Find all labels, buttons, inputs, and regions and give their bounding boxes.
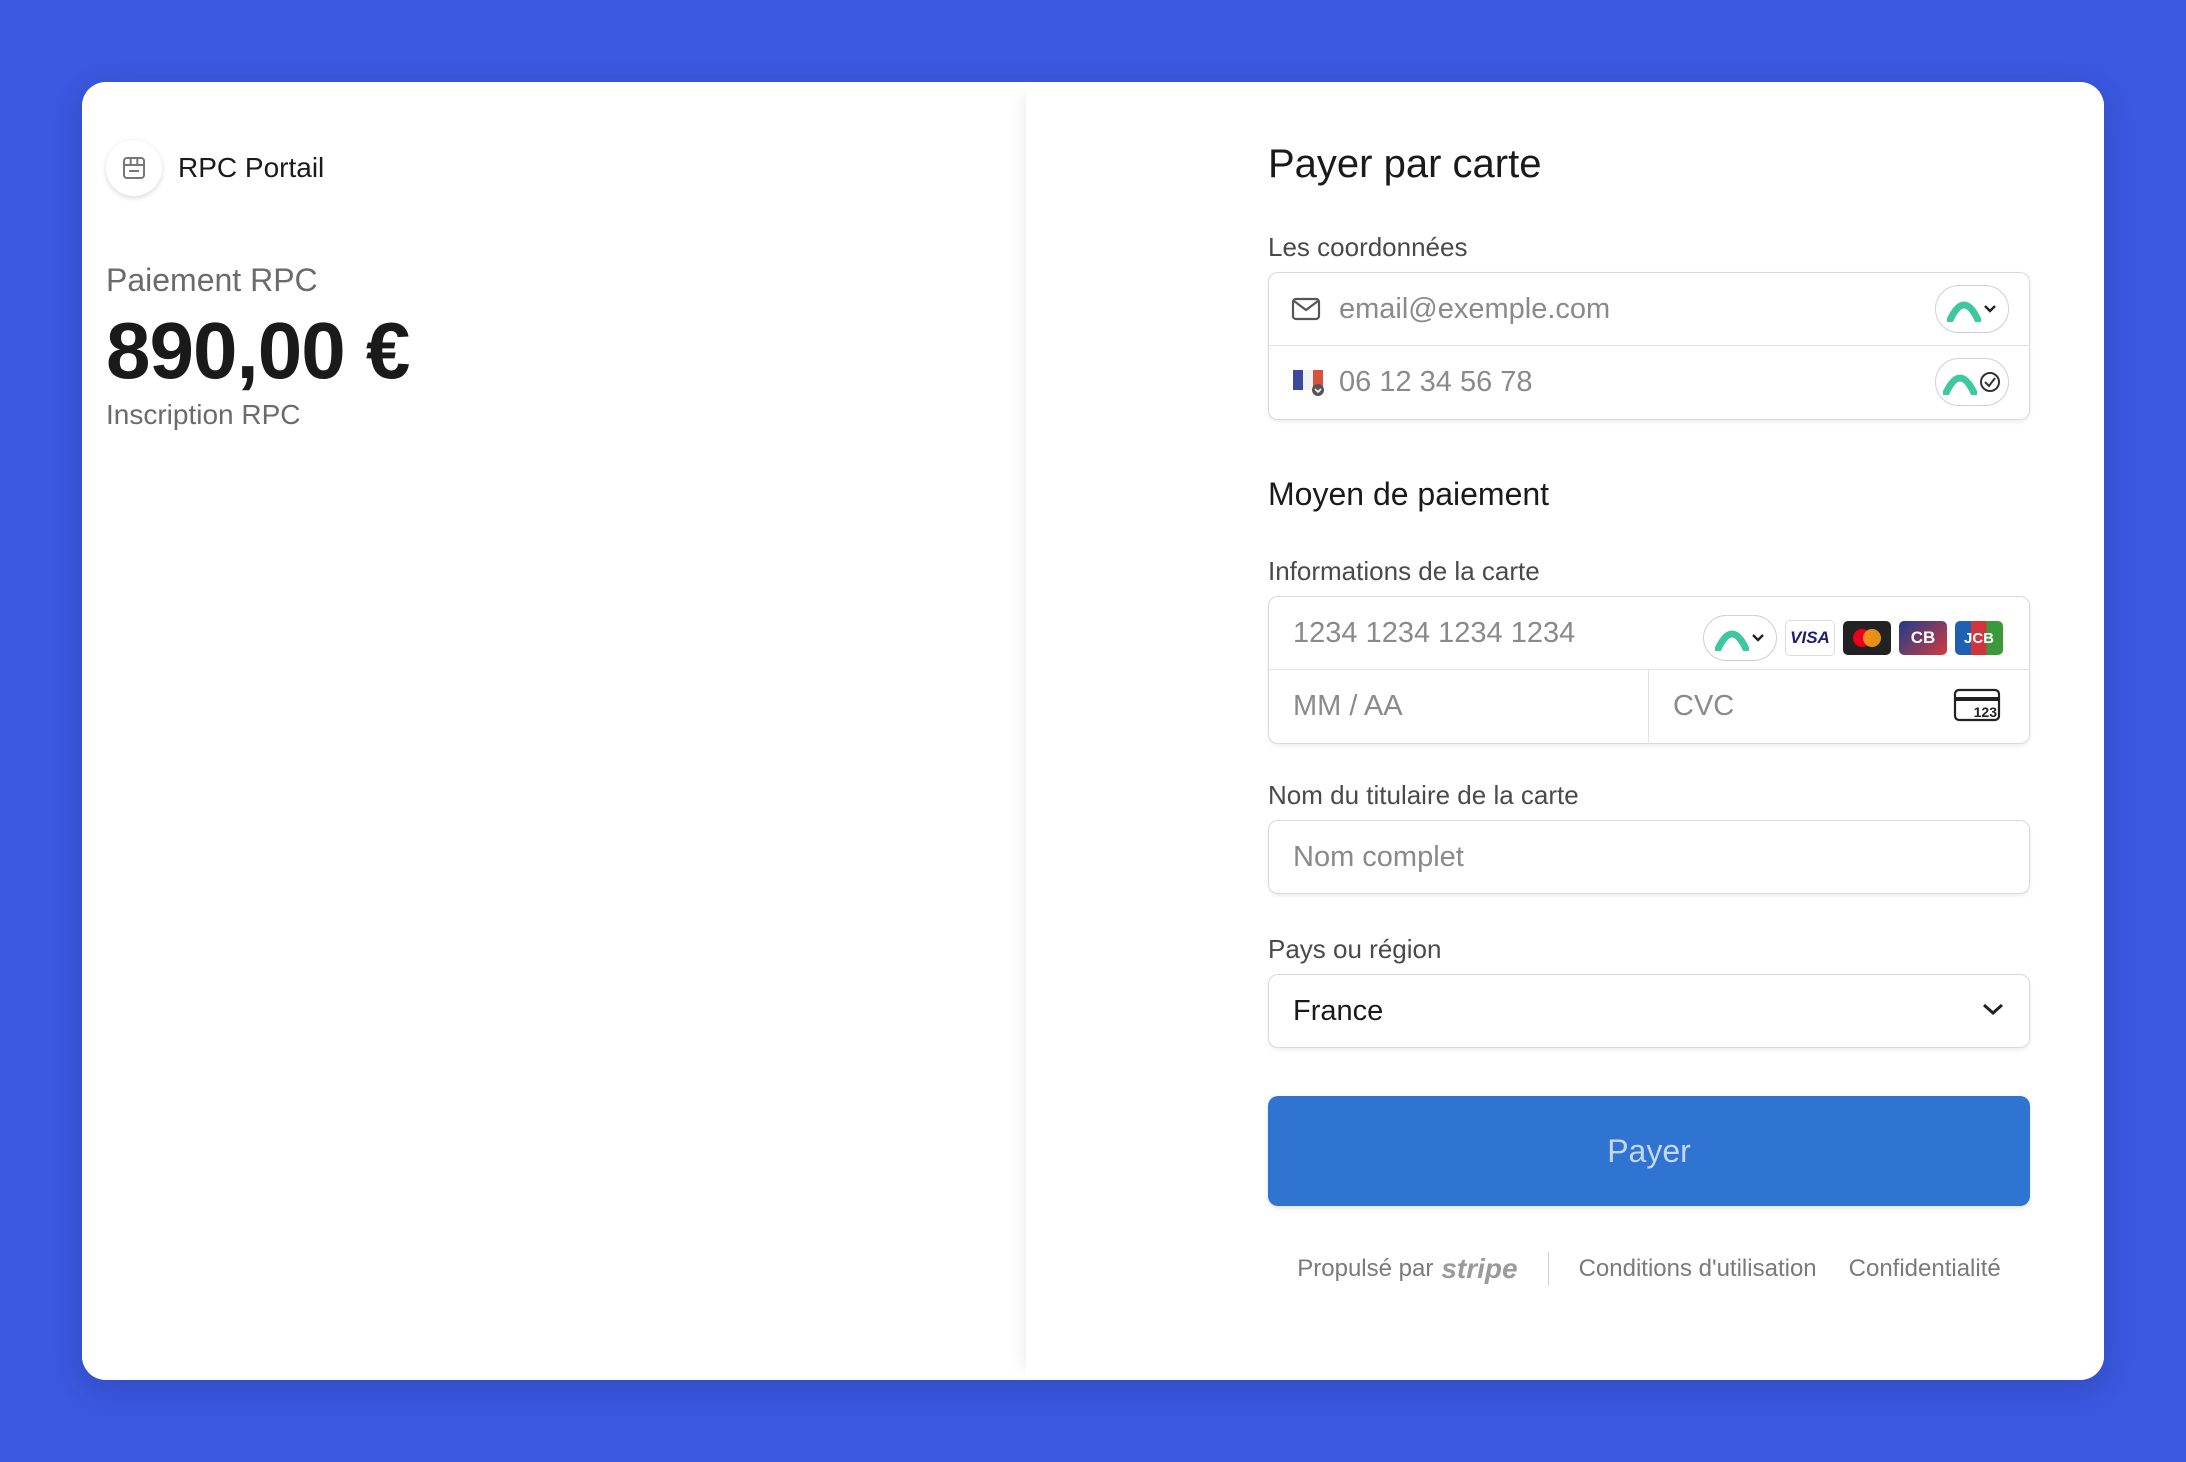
cardholder-row: Nom complet xyxy=(1269,821,2029,893)
email-field[interactable]: email@exemple.com xyxy=(1269,273,2029,345)
check-circle-icon xyxy=(1979,371,2001,393)
visa-icon: VISA xyxy=(1785,620,1835,656)
country-label: Pays ou région xyxy=(1268,934,1442,964)
cardholder-label: Nom du titulaire de la carte xyxy=(1268,780,1579,810)
card-number-field[interactable]: 1234 1234 1234 1234 VISA CB JCB xyxy=(1269,597,2029,669)
country-row: France xyxy=(1269,975,2029,1047)
cvc-field[interactable]: CVC 123 xyxy=(1649,669,2029,742)
cardholder-placeholder: Nom complet xyxy=(1293,840,1464,873)
product-name: Paiement RPC xyxy=(106,262,318,298)
footer: Propulsé par stripe Conditions d'utilisa… xyxy=(1268,1252,2030,1286)
stripe-logo: stripe xyxy=(1441,1253,1518,1284)
terms-link[interactable]: Conditions d'utilisation xyxy=(1579,1255,1817,1283)
france-flag-icon[interactable] xyxy=(1293,368,1325,396)
store-icon xyxy=(106,140,162,196)
contact-box: email@exemple.com 06 12 34 56 78 xyxy=(1268,272,2030,420)
jcb-icon: JCB xyxy=(1955,621,2003,655)
pay-button[interactable]: Payer xyxy=(1268,1096,2030,1206)
powered-by[interactable]: Propulsé par stripe xyxy=(1297,1253,1517,1285)
envelope-icon xyxy=(1291,297,1323,321)
product-summary: Paiement RPC 890,00 € Inscription RPC xyxy=(106,262,410,431)
payment-method-heading: Moyen de paiement xyxy=(1268,476,1550,512)
card-info-box: 1234 1234 1234 1234 VISA CB JCB MM / AA … xyxy=(1268,596,2030,744)
expiry-field[interactable]: MM / AA xyxy=(1269,669,1649,742)
card-info-label: Informations de la carte xyxy=(1268,556,1540,586)
email-placeholder: email@exemple.com xyxy=(1339,292,1611,325)
card-number-placeholder: 1234 1234 1234 1234 xyxy=(1293,616,1576,649)
contact-label: Les coordonnées xyxy=(1268,232,1468,262)
chevron-down-icon xyxy=(1983,304,1997,314)
product-description: Inscription RPC xyxy=(106,399,301,430)
cardholder-field[interactable]: Nom complet xyxy=(1268,820,2030,894)
summary-panel: RPC Portail Paiement RPC 890,00 € Inscri… xyxy=(82,82,1026,1380)
link-autofill-button[interactable] xyxy=(1935,285,2009,333)
merchant-header[interactable]: RPC Portail xyxy=(106,140,324,196)
privacy-link[interactable]: Confidentialité xyxy=(1849,1255,2001,1283)
card-brands: VISA CB JCB xyxy=(1703,615,2003,661)
cvc-card-icon: 123 xyxy=(1953,688,2001,722)
link-icon xyxy=(1943,369,1977,395)
expiry-placeholder: MM / AA xyxy=(1293,689,1403,722)
country-select[interactable]: France xyxy=(1268,974,2030,1048)
footer-divider xyxy=(1547,1252,1549,1286)
cartes-bancaires-icon: CB xyxy=(1899,621,1947,655)
checkout-card: RPC Portail Paiement RPC 890,00 € Inscri… xyxy=(82,82,2104,1380)
form-title: Payer par carte xyxy=(1268,142,1542,186)
link-card-button[interactable] xyxy=(1703,615,1777,661)
merchant-name: RPC Portail xyxy=(178,152,325,183)
link-status-button[interactable] xyxy=(1935,358,2009,406)
phone-field[interactable]: 06 12 34 56 78 xyxy=(1269,345,2029,418)
link-icon xyxy=(1947,296,1981,322)
cvc-placeholder: CVC xyxy=(1673,689,1735,722)
chevron-down-icon xyxy=(1751,633,1765,643)
cvc-icon-digits: 123 xyxy=(1973,704,1997,720)
total-amount: 890,00 € xyxy=(106,306,410,395)
phone-placeholder: 06 12 34 56 78 xyxy=(1339,365,1533,398)
payment-panel: Payer par carte Les coordonnées email@ex… xyxy=(1026,82,2104,1380)
powered-by-text: Propulsé par xyxy=(1297,1255,1434,1282)
country-value: France xyxy=(1293,994,1384,1027)
link-icon xyxy=(1715,625,1749,651)
chevron-down-icon xyxy=(1981,1001,2005,1017)
mastercard-icon xyxy=(1843,621,1891,655)
